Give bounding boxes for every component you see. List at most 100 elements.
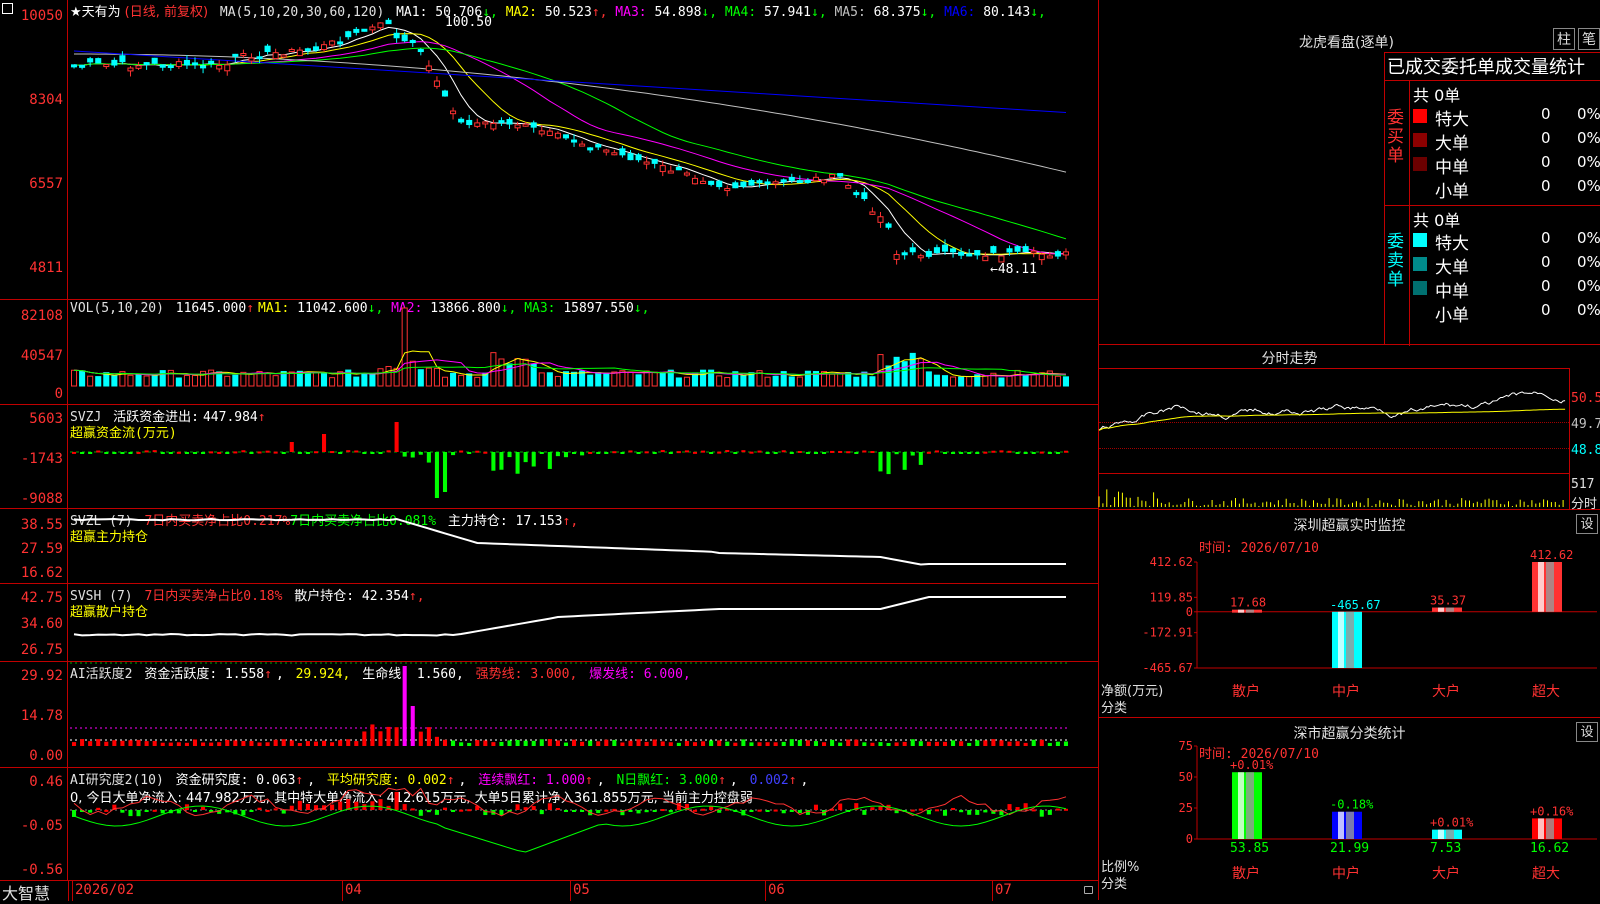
flow-bar [418,452,423,455]
candle-body [853,192,860,196]
activity-bar [72,742,77,746]
research-bar [644,810,649,813]
activity-bar [717,740,722,746]
lock-icon[interactable] [1084,886,1093,894]
activity-bar [289,740,294,746]
research-bar [434,810,439,815]
research-bar [652,810,657,812]
ai-research-pane[interactable]: 0.46 -0.05 -0.56 AI研究度2(10) 资金研究度: 0.063… [0,768,1098,880]
intraday-chart[interactable] [1098,369,1569,509]
activity-bar [338,740,343,746]
activity-bar [201,742,206,746]
volume-bar [869,376,876,387]
research-bar [136,810,141,817]
bar-mode-button[interactable]: 柱 [1553,28,1575,50]
ai-activity-pane[interactable]: 29.92 14.78 0.00 AI活跃度2 资金活跃度: 1.558↑, 2… [0,662,1098,768]
bar-highlight [1238,609,1244,613]
volume-bar [159,370,166,387]
research-bar [709,806,714,810]
flow-bar [273,451,278,454]
candle-body [200,65,207,69]
activity-bar [773,742,778,746]
research-bar [128,810,133,817]
volume-bar [982,375,989,387]
activity-bar [305,741,310,746]
volume-bar [724,377,731,387]
volume-bar [87,375,94,387]
brand-logo[interactable]: 大智慧 [2,880,50,904]
sz-net-flow-chart[interactable]: 412.62 119.850 -172.91 -465.67 17.68 散户 -465.6… [1099,510,1600,718]
activity-bar [942,741,948,746]
flow-bar [636,452,641,454]
candle-body [571,139,578,143]
candle-body [79,64,86,68]
y-tick: 6557 [29,176,63,192]
volume-bars[interactable] [70,307,1096,402]
activity-bar [628,740,633,746]
candle-body [216,64,223,70]
y-tick-label: 0 [1186,605,1193,619]
candle-body [514,124,521,129]
candle-body [312,46,320,51]
research-bar [176,810,181,814]
research-bar [942,810,948,816]
candle-body [329,40,336,46]
svzl-pane[interactable]: 38.55 27.59 16.62 SVZL (7) 7日内买卖净占比0.217… [0,509,1098,584]
y-tick: 8304 [29,92,63,108]
window-icon[interactable] [2,3,13,14]
buy-total: 共 0单 [1413,86,1461,105]
activity-bar [547,739,552,746]
candle-body [748,180,755,186]
bar-highlight [1438,607,1444,612]
candle-body [337,41,344,45]
ma-line [73,33,1067,255]
research-bar [1063,808,1068,811]
activity-bars[interactable] [70,662,1096,768]
flow-bar [975,452,980,454]
svsh-pane[interactable]: 42.75 34.60 26.75 SVSH (7) 7日内买卖净占比0.18%… [0,584,1098,662]
research-bars[interactable] [70,768,1096,880]
sz-ratio-chart[interactable]: 75 50 25 0 +0.01% 53.85 散户 -0.18% 21.99 中户 +0.01% 7… [1099,718,1600,900]
flow-bar [168,452,173,454]
activity-bar [112,740,117,746]
volume-bar [950,376,957,387]
retail-holding-line[interactable] [70,584,1096,662]
price-pane[interactable]: 10050 8304 6557 4811 ★天有为 (日线, 前复权) MA(5,… [0,0,1098,300]
flow-bar [120,452,125,454]
candlestick-chart[interactable] [70,16,1096,296]
flow-bar [701,450,706,453]
tick-mode-button[interactable]: 笔 [1578,28,1600,50]
candle-body [248,57,255,62]
activity-bar [910,739,915,746]
order-pct: 0% [1577,129,1600,147]
volume-bar [554,375,561,387]
candle-body [425,65,432,72]
volume-bar [224,375,231,387]
y-tick: 10050 [20,8,63,24]
fund-flow-bars[interactable] [70,405,1096,509]
flow-bar [789,452,794,454]
candle-body [191,62,199,66]
order-pct: 0% [1577,277,1600,295]
activity-bar [991,739,996,746]
intraday-panel[interactable]: 分时走势 50.58 49.72 48.86 517 分时 [1098,345,1600,512]
flow-bar [1023,452,1028,454]
volume-bar [683,376,690,387]
candle-body [562,134,570,139]
activity-bar [967,742,972,746]
activity-bar [402,666,407,746]
activity-bar [894,742,899,746]
volume-bar [788,376,795,387]
candle-body [1022,246,1029,252]
bar-value-label: +0.01% [1230,758,1274,772]
flow-bar [346,450,351,453]
activity-bar [789,739,794,746]
main-holding-line[interactable] [70,509,1096,584]
volume-pane[interactable]: 82108 40547 0 VOL(5,10,20) 11645.000↑ MA1… [0,300,1098,405]
research-bar [604,809,609,812]
flow-bar [322,434,327,452]
svzj-pane[interactable]: 5603 -1743 -9088 SVZJ 活跃资金进出: 447.984↑ 超赢… [0,405,1098,509]
activity-bar [209,742,214,746]
bar-ratio-label: 53.85 [1230,841,1269,856]
month-label: 2026/02 [75,882,135,898]
